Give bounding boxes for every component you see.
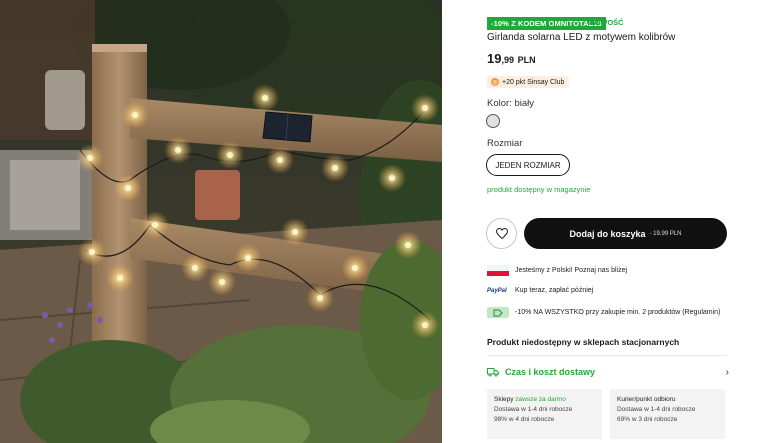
paypal-icon: PayPal [487, 287, 507, 294]
card-line: Dostawa w 1-4 dni robocze [617, 406, 696, 414]
card-line: 69% w 3 dni robocze [617, 416, 678, 424]
poland-flag-icon [487, 265, 509, 276]
info-row-paypal[interactable]: PayPal Kup teraz, zapłać później [487, 287, 593, 294]
discount-tag-icon [487, 307, 509, 318]
color-label: Kolor: biały [487, 98, 534, 109]
info-text: -10% NA WSZYSTKO przy zakupie min. 2 pro… [515, 309, 721, 316]
delivery-title: Czas i koszt dostawy [505, 367, 596, 377]
size-label: Rozmiar [487, 138, 523, 149]
card-title: Sklepy [494, 396, 514, 403]
info-text: Kup teraz, zapłać później [515, 287, 594, 294]
club-points-badge: ◎ +20 pkt Sinsay Club [487, 76, 570, 88]
product-image [0, 0, 442, 443]
product-price: 19,99 PLN [487, 51, 536, 66]
info-row-discount[interactable]: -10% NA WSZYSTKO przy zakupie min. 2 pro… [487, 307, 720, 318]
club-coin-icon: ◎ [491, 78, 499, 86]
info-text: Jesteśmy z Polski! Poznaj nas bliżej [515, 267, 628, 274]
price-main: 19 [487, 51, 502, 66]
card-line: 98% w 4 dni robocze [494, 416, 555, 424]
store-unavailable-notice: Produkt niedostępny w sklepach stacjonar… [487, 337, 680, 347]
wishlist-button[interactable] [486, 218, 517, 249]
divider [487, 355, 727, 356]
stock-status: produkt dostępny w magazynie [487, 185, 591, 194]
info-row-poland[interactable]: Jesteśmy z Polski! Poznaj nas bliżej [487, 265, 627, 276]
new-badge: NOWOŚĆ [589, 18, 624, 27]
card-line: Dostawa w 1-4 dni robocze [494, 406, 573, 414]
card-free-label: zawsze za darmo [515, 396, 566, 403]
size-option-button[interactable]: JEDEN ROZMIAR [486, 154, 570, 176]
chevron-right-icon: › [725, 366, 729, 378]
club-points-label: +20 pkt Sinsay Club [502, 78, 565, 86]
product-title: Girlanda solarna LED z motywem kolibrów [487, 32, 676, 43]
add-to-cart-price: - 19,99 PLN [649, 230, 682, 237]
truck-icon [487, 368, 499, 377]
price-decimal: ,99 [501, 55, 514, 65]
heart-icon [495, 228, 508, 239]
delivery-card-courier: Kurier/punkt odbioru Dostawa w 1-4 dni r… [610, 389, 725, 439]
product-photo[interactable] [0, 0, 442, 443]
add-to-cart-button[interactable]: Dodaj do koszyka - 19,99 PLN [524, 218, 727, 249]
color-swatch-white[interactable] [486, 114, 500, 128]
delivery-card-stores: Sklepy zawsze za darmo Dostawa w 1-4 dni… [487, 389, 602, 439]
product-details-panel: -10% Z KODEM OMNITOTAL10 NOWOŚĆ Girlanda… [442, 0, 759, 443]
delivery-accordion[interactable]: Czas i koszt dostawy › [487, 364, 729, 380]
card-title: Kurier/punkt odbioru [617, 396, 676, 403]
price-currency: PLN [517, 55, 536, 65]
add-to-cart-label: Dodaj do koszyka [569, 228, 646, 239]
